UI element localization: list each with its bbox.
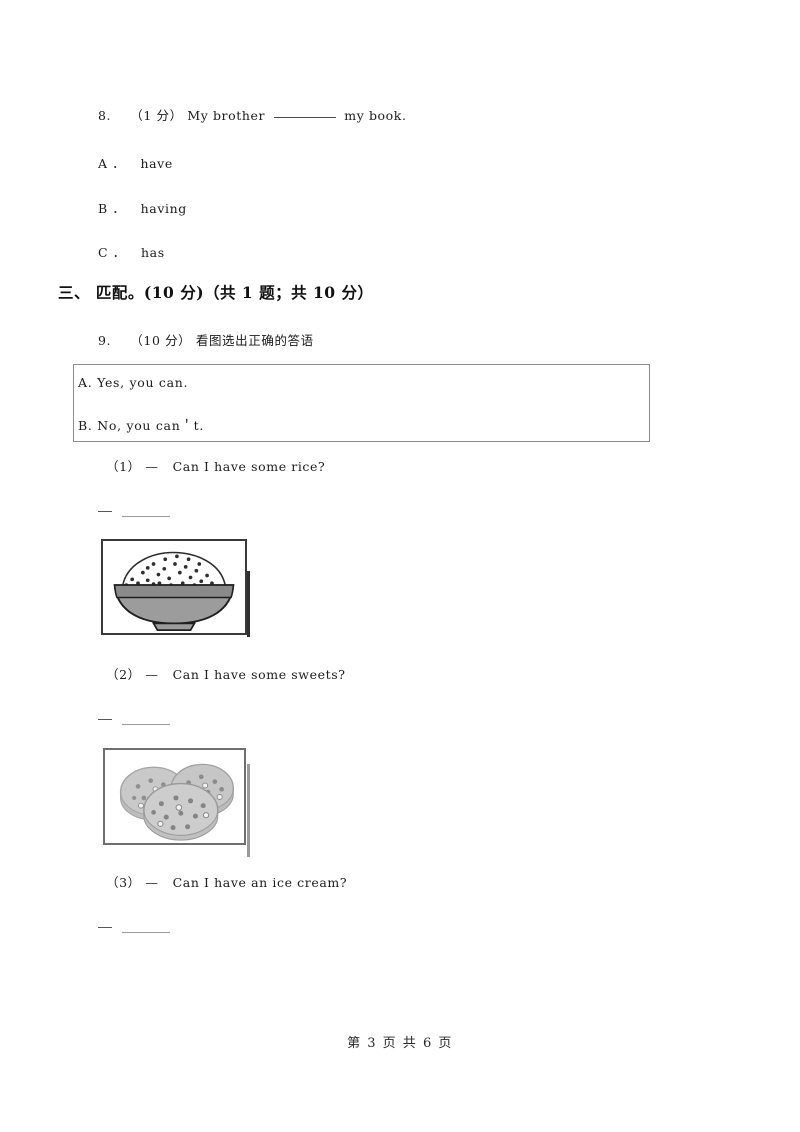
item-2-dash: — xyxy=(145,667,159,682)
option-b-label: B ． xyxy=(98,201,126,216)
question-9-points: （10 分） xyxy=(130,333,192,348)
item-1-dash: — xyxy=(145,459,159,474)
item-1-answer-dash xyxy=(98,511,112,512)
item-3-answer-blank[interactable] xyxy=(122,922,170,933)
question-9-item-1-answer[interactable] xyxy=(98,503,170,518)
option-c-label: C ． xyxy=(98,245,126,260)
option-a-text: have xyxy=(140,156,173,171)
item-1-index: （1） xyxy=(106,459,141,474)
question-9-prompt: 看图选出正确的答语 xyxy=(195,333,314,348)
item-2-question: Can I have some sweets? xyxy=(172,667,346,682)
choice-box-option-a[interactable]: A. Yes, you can. xyxy=(78,375,188,390)
exam-page: 8. （1 分） My brother my book. A ． have B … xyxy=(0,0,800,1132)
item-3-dash: — xyxy=(145,875,159,890)
question-9-item-2-text: （2） — Can I have some sweets? xyxy=(106,664,346,683)
item-3-index: （3） xyxy=(106,875,141,890)
rice-bowl-illustration xyxy=(113,551,235,631)
item-1-answer-blank[interactable] xyxy=(122,506,170,517)
choice-box-option-b[interactable]: B. No, you can＇t. xyxy=(78,415,204,434)
question-8-blank[interactable] xyxy=(273,106,336,118)
question-9-item-3-text: （3） — Can I have an ice cream? xyxy=(106,872,347,891)
question-8-option-c[interactable]: C ． has xyxy=(98,242,165,261)
rice-frame-edge-shadow xyxy=(247,571,250,637)
question-8-number: 8. xyxy=(98,108,112,123)
question-9-item-3-answer[interactable] xyxy=(98,919,170,934)
question-9-item-2-answer[interactable] xyxy=(98,711,170,726)
sweets-image xyxy=(103,748,250,857)
section-3-heading: 三、 匹配。(10 分)（共 1 题；共 10 分） xyxy=(58,283,374,302)
question-9-stem: 9. （10 分） 看图选出正确的答语 xyxy=(98,330,314,349)
question-9-choice-box: A. Yes, you can. B. No, you can＇t. xyxy=(73,364,650,442)
question-8-option-a[interactable]: A ． have xyxy=(98,153,173,172)
question-8-stem: 8. （1 分） My brother my book. xyxy=(98,105,407,124)
item-3-answer-dash xyxy=(98,927,112,928)
option-c-text: has xyxy=(141,245,165,260)
option-b-text: having xyxy=(140,201,187,216)
question-8-text-after: my book. xyxy=(344,108,407,123)
question-8-option-b[interactable]: B ． having xyxy=(98,198,187,217)
item-2-answer-dash xyxy=(98,719,112,720)
item-1-question: Can I have some rice? xyxy=(172,459,326,474)
rice-bowl-image xyxy=(101,539,250,637)
question-8-points: （1 分） xyxy=(130,108,183,123)
item-3-question: Can I have an ice cream? xyxy=(172,875,348,890)
option-a-label: A ． xyxy=(98,156,126,171)
question-9-item-1-text: （1） — Can I have some rice? xyxy=(106,456,325,475)
sweets-frame-edge-shadow xyxy=(247,764,250,857)
item-2-index: （2） xyxy=(106,667,141,682)
item-2-answer-blank[interactable] xyxy=(122,714,170,725)
page-footer: 第 3 页 共 6 页 xyxy=(347,1036,453,1051)
question-8-text-before: My brother xyxy=(187,108,266,123)
cookies-illustration xyxy=(119,763,234,841)
question-9-number: 9. xyxy=(98,333,112,348)
